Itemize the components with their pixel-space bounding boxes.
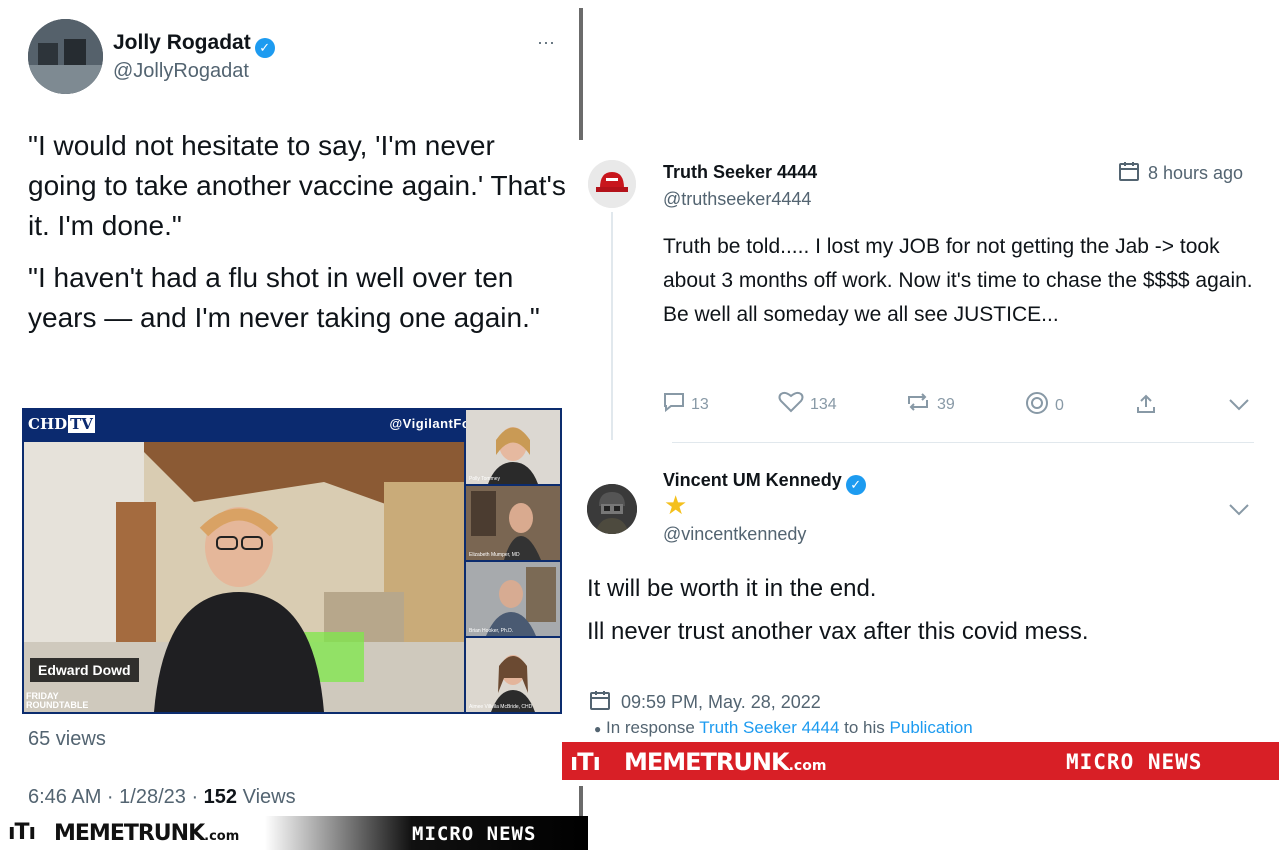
post-text-line: Ill never trust another vax after this c… bbox=[587, 618, 1089, 645]
video-player[interactable]: CHD TV @VigilantFox Edward Dowd FRIDAY ROU… bbox=[22, 408, 562, 714]
author-name[interactable]: Truth Seeker 4444 bbox=[663, 162, 817, 183]
more-options-icon[interactable]: ··· bbox=[537, 32, 555, 53]
video-banner: CHD TV @VigilantFox bbox=[22, 408, 484, 442]
video-view-count: 65 views bbox=[28, 728, 106, 750]
tweet-paragraph: "I would not hesitate to say, 'I'm never… bbox=[28, 130, 566, 241]
avatar[interactable] bbox=[588, 160, 636, 208]
share-icon[interactable] bbox=[1135, 393, 1157, 420]
memetrunk-banner-right: ıTı MEMETRUNK.com MICRO NEWS bbox=[562, 742, 1279, 780]
avatar[interactable] bbox=[28, 19, 103, 94]
panelist-tile: Aimee Villella McBride, CHD bbox=[466, 638, 560, 712]
panelist-tile: Polly Tommey bbox=[466, 410, 560, 484]
thread-line bbox=[611, 212, 613, 440]
post-time: 8 hours ago bbox=[1118, 160, 1243, 187]
post-text: Truth be told..... I lost my JOB for not… bbox=[663, 235, 1253, 326]
author-handle[interactable]: @vincentkennedy bbox=[663, 524, 806, 545]
panelist-tile: Elizabeth Mumper, MD bbox=[466, 486, 560, 560]
star-badge-icon: ★ bbox=[664, 490, 688, 520]
memetrunk-wordmark: MEMETRUNK.com bbox=[54, 821, 240, 846]
comment-icon bbox=[663, 392, 685, 417]
like-button[interactable]: 134 bbox=[778, 391, 837, 418]
tweet-meta: 6:46 AM · 1/28/23 · 152 Views bbox=[28, 786, 296, 808]
response-user-link[interactable]: Truth Seeker 4444 bbox=[699, 718, 839, 737]
memetrunk-logo-icon: ıTı bbox=[8, 820, 36, 845]
repost-icon bbox=[905, 392, 931, 417]
panel-divider-top bbox=[579, 8, 583, 140]
in-response-line: ● In response Truth Seeker 4444 to his P… bbox=[594, 718, 973, 737]
separator bbox=[672, 442, 1254, 443]
chd-tv-logo: CHD TV bbox=[28, 415, 95, 433]
micro-news-label: MICRO NEWS bbox=[412, 823, 537, 845]
bullet-icon: ● bbox=[594, 722, 602, 736]
author-name[interactable]: Vincent UM Kennedy ✓ bbox=[663, 470, 866, 495]
post-text-line: It will be worth it in the end. bbox=[587, 575, 877, 602]
publication-link[interactable]: Publication bbox=[890, 718, 973, 737]
calendar-icon bbox=[589, 689, 611, 716]
author-handle[interactable]: @truthseeker4444 bbox=[663, 189, 811, 210]
verified-badge-icon: ✓ bbox=[254, 38, 275, 58]
author-handle[interactable]: @JollyRogadat bbox=[113, 60, 249, 83]
speaker-name-tag: Edward Dowd bbox=[30, 658, 139, 682]
tweet-body: "I would not hesitate to say, 'I'm never… bbox=[28, 126, 568, 338]
repost-button[interactable]: 39 bbox=[905, 392, 955, 417]
heart-icon bbox=[778, 391, 804, 418]
chevron-down-icon[interactable] bbox=[1228, 503, 1250, 522]
chevron-down-icon[interactable] bbox=[1228, 398, 1250, 417]
author-name[interactable]: Jolly Rogadat ✓ bbox=[113, 31, 275, 58]
reply-button[interactable]: 13 bbox=[663, 392, 709, 417]
panelist-tile: Brian Hooker, Ph.D. bbox=[466, 562, 560, 636]
verified-badge-icon: ✓ bbox=[845, 475, 866, 495]
memetrunk-banner-left: ıTı MEMETRUNK.com MICRO NEWS bbox=[0, 816, 588, 850]
micro-news-label: MICRO NEWS bbox=[1066, 750, 1203, 774]
panel-divider-bottom bbox=[579, 786, 583, 816]
post-date: 09:59 PM, May. 28, 2022 bbox=[589, 689, 821, 716]
memetrunk-wordmark: MEMETRUNK.com bbox=[624, 748, 827, 776]
tweet-paragraph: "I haven't had a flu shot in well over t… bbox=[28, 262, 540, 333]
avatar[interactable] bbox=[587, 484, 637, 534]
friday-roundtable-logo: FRIDAY ROUNDTABLE bbox=[26, 691, 89, 710]
memetrunk-logo-icon: ıTı bbox=[570, 748, 601, 776]
target-icon bbox=[1025, 391, 1049, 420]
reaction-button[interactable]: 0 bbox=[1025, 391, 1064, 420]
calendar-icon bbox=[1118, 160, 1140, 187]
video-watermark: @VigilantFox bbox=[389, 416, 478, 431]
